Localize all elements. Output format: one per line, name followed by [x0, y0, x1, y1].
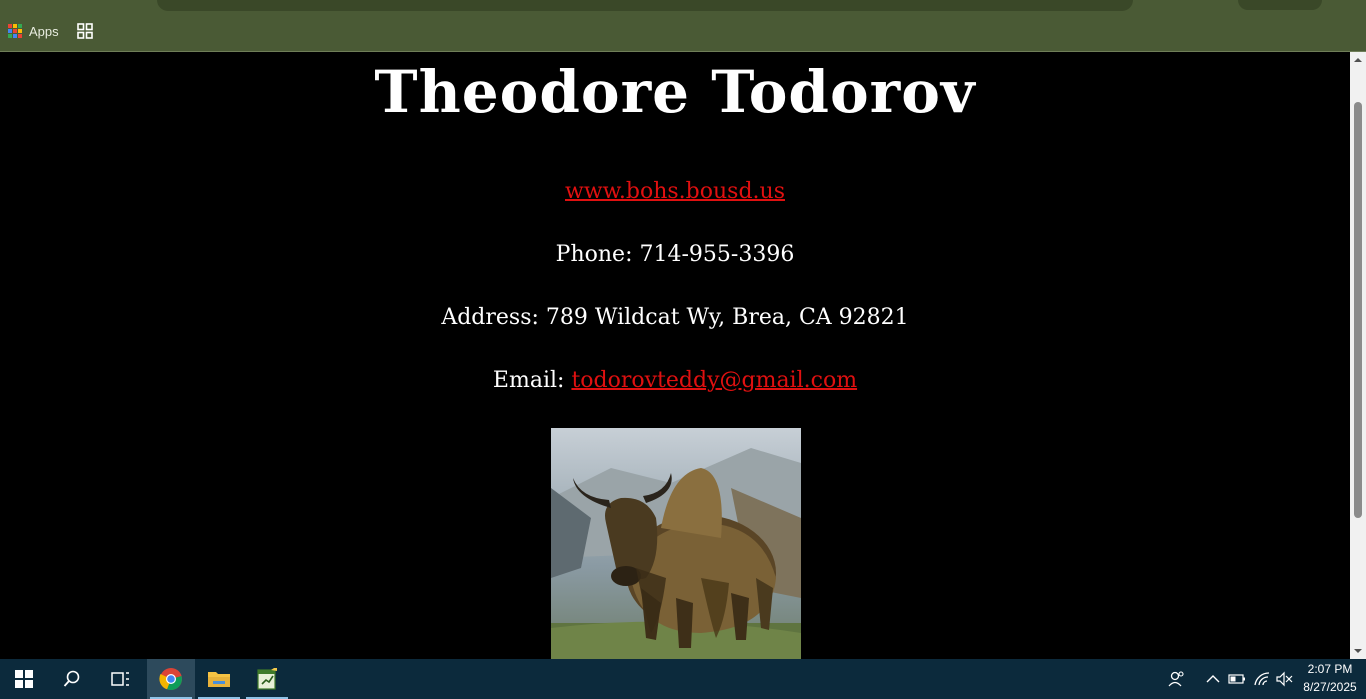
address-text: Address: 789 Wildcat Wy, Brea, CA 92821: [441, 305, 909, 330]
file-explorer-button[interactable]: [195, 659, 243, 699]
page-viewport: Theodore Todorov www.bohs.bousd.us Phone…: [0, 52, 1350, 659]
vertical-scrollbar[interactable]: [1350, 52, 1366, 659]
clock-date: 8/27/2025: [1303, 680, 1357, 694]
apps-grid-icon: [8, 24, 22, 38]
browser-toolbar: [0, 0, 1366, 12]
phone-text: Phone: 714-955-3396: [555, 242, 795, 267]
yak-image: [551, 428, 801, 659]
apps-button[interactable]: Apps: [8, 20, 59, 42]
scroll-up-icon[interactable]: [1350, 54, 1366, 66]
search-icon: [63, 670, 80, 687]
website-link[interactable]: www.bohs.bousd.us: [565, 179, 785, 204]
apps-label: Apps: [29, 23, 59, 39]
address-bar[interactable]: [157, 0, 1133, 11]
windows-icon: [15, 670, 33, 688]
people-icon[interactable]: [1167, 669, 1187, 689]
task-view-button[interactable]: [96, 659, 144, 699]
profile-button[interactable]: [1238, 0, 1322, 10]
chevron-up-icon[interactable]: [1203, 669, 1223, 689]
search-button[interactable]: [48, 659, 96, 699]
chrome-icon: [159, 668, 182, 691]
start-button[interactable]: [0, 659, 48, 699]
notepad-icon: [257, 668, 277, 690]
notepad-taskbar-button[interactable]: [243, 659, 291, 699]
system-clock[interactable]: 2:07 PM 8/27/2025: [1298, 660, 1362, 696]
scroll-thumb[interactable]: [1354, 102, 1362, 518]
volume-muted-icon[interactable]: [1274, 669, 1294, 689]
battery-icon[interactable]: [1227, 669, 1247, 689]
email-line: Email: todorovteddy@gmail.com: [0, 368, 1350, 393]
email-label: Email:: [492, 368, 572, 393]
clock-time: 2:07 PM: [1307, 662, 1353, 676]
taskbar: 2:07 PM 8/27/2025: [0, 659, 1366, 699]
website-line: www.bohs.bousd.us: [0, 179, 1350, 204]
chrome-taskbar-button[interactable]: [147, 659, 195, 699]
tab-groups-icon[interactable]: [77, 23, 93, 39]
folder-icon: [208, 672, 230, 687]
scroll-down-icon[interactable]: [1350, 645, 1366, 657]
wifi-icon[interactable]: [1252, 669, 1272, 689]
bookmarks-bar: Apps: [0, 12, 1366, 52]
task-view-icon: [111, 672, 129, 686]
email-link[interactable]: todorovteddy@gmail.com: [571, 368, 857, 393]
page-title: Theodore Todorov: [374, 58, 976, 126]
